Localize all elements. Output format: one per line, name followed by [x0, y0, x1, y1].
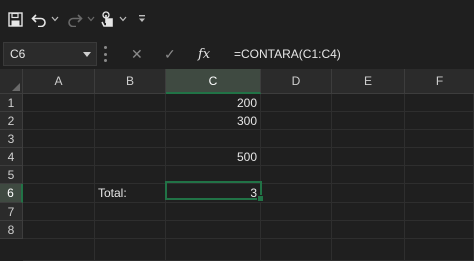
column-header-f[interactable]: F [405, 69, 474, 94]
cell-f1[interactable] [405, 94, 474, 112]
cell-b1[interactable] [95, 94, 166, 112]
cell-f3[interactable] [405, 130, 474, 148]
check-icon: ✓ [164, 45, 176, 62]
cell-b8[interactable] [95, 221, 166, 239]
formula-bar: C6 ✕ ✓ fx =CONTARA(C1:C4) [0, 38, 474, 70]
redo-icon[interactable] [66, 9, 84, 29]
cell-c9[interactable] [166, 239, 261, 261]
cell-e2[interactable] [332, 112, 405, 130]
save-icon[interactable] [6, 9, 24, 29]
cell-b9[interactable] [95, 239, 166, 261]
cell-d6[interactable] [261, 184, 332, 203]
cell-e4[interactable] [332, 148, 405, 166]
cell-d7[interactable] [261, 203, 332, 221]
row-header-8[interactable]: 8 [0, 221, 23, 239]
cell-c1[interactable]: 200 [166, 94, 261, 112]
column-header-a[interactable]: A [23, 69, 95, 94]
cell-b5[interactable] [95, 166, 166, 184]
cell-f5[interactable] [405, 166, 474, 184]
row-header-7[interactable]: 7 [0, 203, 23, 221]
cell-c2[interactable]: 300 [166, 112, 261, 130]
cancel-entry-button[interactable]: ✕ [131, 45, 143, 63]
cell-b4[interactable] [95, 148, 166, 166]
cell-a9[interactable] [23, 239, 95, 261]
cell-f2[interactable] [405, 112, 474, 130]
cell-a8[interactable] [23, 221, 95, 239]
cell-b3[interactable] [95, 130, 166, 148]
cell-f8[interactable] [405, 221, 474, 239]
quick-access-toolbar [0, 0, 474, 38]
cell-a4[interactable] [23, 148, 95, 166]
cell-c8[interactable] [166, 221, 261, 239]
row-header-3[interactable]: 3 [0, 130, 23, 148]
touch-dropdown-icon[interactable] [118, 9, 128, 29]
cell-d8[interactable] [261, 221, 332, 239]
cell-d3[interactable] [261, 130, 332, 148]
cell-d4[interactable] [261, 148, 332, 166]
customize-toolbar-icon[interactable] [136, 9, 148, 29]
undo-icon[interactable] [30, 9, 48, 29]
cell-b2[interactable] [95, 112, 166, 130]
cell-a2[interactable] [23, 112, 95, 130]
cell-d2[interactable] [261, 112, 332, 130]
cell-e1[interactable] [332, 94, 405, 112]
cell-a6[interactable] [23, 184, 95, 203]
cell-f6[interactable] [405, 184, 474, 203]
column-header-d[interactable]: D [261, 69, 332, 94]
enter-entry-button[interactable]: ✓ [164, 45, 176, 63]
cell-e6[interactable] [332, 184, 405, 203]
redo-dropdown-icon[interactable] [86, 9, 96, 29]
cell-a1[interactable] [23, 94, 95, 112]
fx-icon: fx [198, 46, 211, 62]
cell-e5[interactable] [332, 166, 405, 184]
cell-a7[interactable] [23, 203, 95, 221]
formula-bar-grip-icon[interactable] [104, 46, 108, 62]
cell-a3[interactable] [23, 130, 95, 148]
cell-d1[interactable] [261, 94, 332, 112]
row-header-6[interactable]: 6 [0, 184, 23, 203]
cell-b6[interactable]: Total: [95, 184, 166, 203]
cell-c4[interactable]: 500 [166, 148, 261, 166]
cancel-icon: ✕ [131, 45, 143, 62]
cell-e7[interactable] [332, 203, 405, 221]
cell-e3[interactable] [332, 130, 405, 148]
cell-a5[interactable] [23, 166, 95, 184]
cell-f9[interactable] [405, 239, 474, 261]
name-box-value: C6 [10, 47, 26, 61]
undo-dropdown-icon[interactable] [50, 9, 60, 29]
column-header-e[interactable]: E [332, 69, 405, 94]
row-header-1[interactable]: 1 [0, 94, 23, 112]
cell-d9[interactable] [261, 239, 332, 261]
select-all-icon [12, 83, 20, 91]
fill-handle[interactable] [257, 195, 264, 202]
row-header-2[interactable]: 2 [0, 112, 23, 130]
select-all-corner[interactable] [0, 69, 23, 94]
formula-input[interactable]: =CONTARA(C1:C4) [226, 42, 472, 66]
touch-mode-icon[interactable] [100, 9, 116, 29]
name-box-dropdown-icon[interactable] [83, 52, 91, 57]
cell-b7[interactable] [95, 203, 166, 221]
column-header-c[interactable]: C [166, 69, 261, 94]
cell-e8[interactable] [332, 221, 405, 239]
cell-f7[interactable] [405, 203, 474, 221]
active-cell-selection [165, 181, 262, 200]
cell-c7[interactable] [166, 203, 261, 221]
insert-function-button[interactable]: fx [198, 45, 210, 63]
column-header-b[interactable]: B [95, 69, 166, 94]
cell-e9[interactable] [332, 239, 405, 261]
row-header-4[interactable]: 4 [0, 148, 23, 166]
worksheet-grid[interactable]: A B C D E F 1 2 3 4 5 6 7 8 200 300 500 … [0, 69, 474, 261]
row-header-5[interactable]: 5 [0, 166, 23, 184]
cell-f4[interactable] [405, 148, 474, 166]
formula-text: =CONTARA(C1:C4) [234, 47, 341, 61]
cell-d5[interactable] [261, 166, 332, 184]
cell-c3[interactable] [166, 130, 261, 148]
